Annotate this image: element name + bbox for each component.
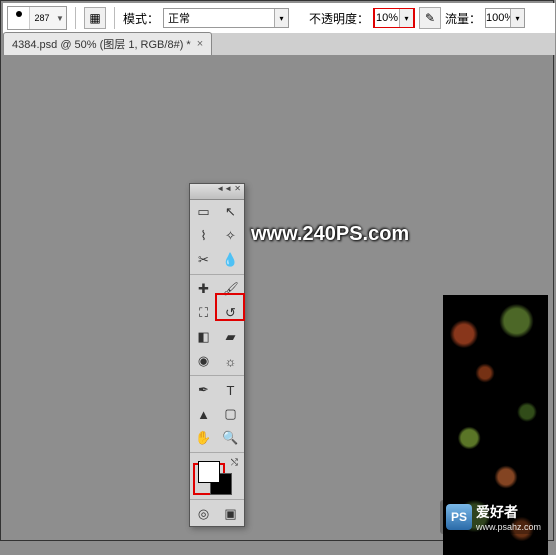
document-tab-title: 4384.psd @ 50% (图层 1, RGB/8#) * [12, 36, 191, 52]
chevron-down-icon[interactable]: ▾ [274, 9, 288, 27]
path-select-icon[interactable]: ▲ [190, 402, 217, 426]
healing-brush-icon[interactable]: ✚ [190, 277, 217, 301]
chevron-down-icon[interactable]: ▾ [510, 9, 524, 27]
chevron-down-icon[interactable]: ▼ [54, 14, 66, 23]
move-icon[interactable]: ↖ [217, 200, 244, 224]
rect-marquee-icon[interactable]: ▭ [190, 200, 217, 224]
footer-url: www.psahz.com [476, 522, 541, 532]
tool-separator [190, 499, 244, 500]
flow-input[interactable]: ▾ [485, 8, 525, 28]
screen-mode-icon[interactable]: ▣ [217, 502, 244, 526]
brush-icon[interactable]: 🖌 [217, 277, 244, 301]
brush-preview-icon [8, 7, 30, 29]
flow-label: 流量： [445, 10, 481, 27]
document-tab-bar: 4384.psd @ 50% (图层 1, RGB/8#) * × [3, 33, 555, 55]
lasso-icon[interactable]: ⌇ [190, 224, 217, 248]
footer-name: 爱好者 [476, 502, 541, 522]
ps-badge-icon: PS [446, 504, 472, 530]
type-icon[interactable]: T [217, 378, 244, 402]
flow-value[interactable] [486, 9, 510, 27]
panel-collapse-icon[interactable]: ◄◄ ✕ [190, 184, 244, 200]
chevron-down-icon[interactable]: ▾ [399, 9, 413, 27]
watermark-text: www.240PS.com [251, 223, 409, 246]
opacity-label: 不透明度： [309, 10, 369, 27]
zoom-icon[interactable]: 🔍 [217, 426, 244, 450]
opacity-value[interactable] [375, 9, 399, 27]
quick-mask-icon[interactable]: ◎ [190, 502, 217, 526]
opacity-input[interactable]: ▾ [373, 8, 415, 28]
paint-bucket-icon[interactable]: ▰ [217, 325, 244, 349]
crop-icon[interactable]: ✂ [190, 248, 217, 272]
dodge-icon[interactable]: ☼ [217, 349, 244, 373]
blend-mode-value[interactable] [164, 9, 274, 27]
close-icon[interactable]: × [197, 38, 203, 50]
shape-icon[interactable]: ▢ [217, 402, 244, 426]
eyedropper-icon[interactable]: 💧 [217, 248, 244, 272]
brush-size-value: 287 [30, 13, 54, 23]
document-tab[interactable]: 4384.psd @ 50% (图层 1, RGB/8#) * × [3, 32, 212, 55]
brush-panel-toggle-icon[interactable]: ▦ [84, 7, 106, 29]
blur-icon[interactable]: ◉ [190, 349, 217, 373]
hand-icon[interactable]: ✋ [190, 426, 217, 450]
pen-icon[interactable]: ✒ [190, 378, 217, 402]
pressure-opacity-icon[interactable]: ✎ [419, 7, 441, 29]
magic-wand-icon[interactable]: ✧ [217, 224, 244, 248]
footer-watermark: PS 爱好者 www.psahz.com [440, 500, 547, 534]
history-brush-icon[interactable]: ↺ [217, 301, 244, 325]
tool-separator [190, 452, 244, 453]
color-swatches[interactable]: ⤭ [190, 455, 244, 497]
tool-separator [190, 375, 244, 376]
options-bar: 287 ▼ ▦ 模式： ▾ 不透明度： ▾ ✎ 流量： ▾ [3, 3, 555, 33]
swap-colors-icon[interactable]: ⤭ [231, 457, 238, 468]
mode-label: 模式： [123, 10, 159, 27]
blend-mode-select[interactable]: ▾ [163, 8, 289, 28]
brush-preset-picker[interactable]: 287 ▼ [7, 6, 67, 30]
separator [114, 7, 115, 29]
foreground-color-swatch[interactable] [198, 461, 220, 483]
canvas-area[interactable]: ◄◄ ✕ ▭↖⌇✧✂💧✚🖌⛶↺◧▰◉☼✒T▲▢✋🔍 ⤭ ◎▣ www.240PS.c… [3, 55, 551, 538]
separator [75, 7, 76, 29]
tools-panel: ◄◄ ✕ ▭↖⌇✧✂💧✚🖌⛶↺◧▰◉☼✒T▲▢✋🔍 ⤭ ◎▣ [189, 183, 245, 527]
tool-separator [190, 274, 244, 275]
eraser-icon[interactable]: ◧ [190, 325, 217, 349]
clone-stamp-icon[interactable]: ⛶ [190, 301, 217, 325]
